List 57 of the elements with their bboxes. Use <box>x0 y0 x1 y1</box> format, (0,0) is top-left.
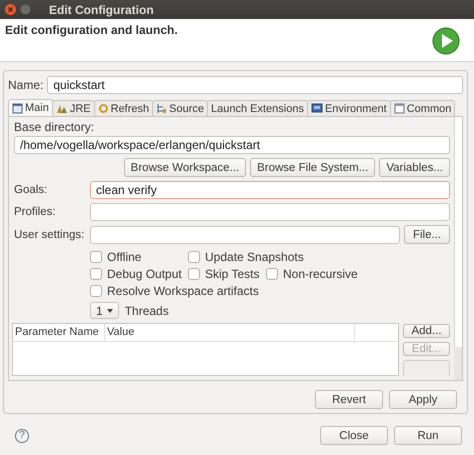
checkbox[interactable] <box>90 251 102 263</box>
panel-button[interactable]: Apply <box>389 390 457 409</box>
base-directory-label: Base directory: <box>14 120 96 134</box>
tab[interactable]: Source <box>152 100 208 116</box>
checkbox-label: Offline <box>107 250 142 264</box>
checkbox[interactable] <box>188 268 200 280</box>
tab[interactable]: Launch Extensions <box>207 100 308 116</box>
library-icon <box>56 103 68 114</box>
checkbox-label: Resolve Workspace artifacts <box>107 284 259 298</box>
source-icon <box>156 103 168 114</box>
checkbox[interactable] <box>266 268 278 280</box>
text-field[interactable] <box>90 203 450 221</box>
tab[interactable]: JRE <box>52 100 95 116</box>
column-header[interactable]: Value <box>105 324 355 341</box>
table-button[interactable]: Add... <box>403 324 450 338</box>
name-field[interactable]: quickstart <box>47 76 463 94</box>
checkbox-label: Debug Output <box>107 267 182 281</box>
minimize-icon[interactable] <box>20 4 31 15</box>
header-text: Edit configuration and launch. <box>5 23 178 39</box>
tab[interactable]: Common <box>390 100 456 116</box>
field-label: Profiles: <box>14 206 57 218</box>
text-field[interactable]: clean verify <box>90 181 450 199</box>
run-icon <box>432 27 460 55</box>
file-button[interactable]: File... <box>404 225 450 244</box>
checkbox-label: Skip Tests <box>205 267 260 281</box>
checkbox[interactable] <box>90 268 102 280</box>
browse-button[interactable]: Browse Workspace... <box>124 158 246 177</box>
checkbox[interactable] <box>188 251 200 263</box>
panel-button[interactable]: Revert <box>315 390 383 409</box>
tab[interactable]: Main <box>8 99 53 116</box>
window-title: Edit Configuration <box>49 2 154 16</box>
page-icon <box>12 102 23 114</box>
checkbox[interactable] <box>90 285 102 297</box>
partial-button[interactable] <box>403 360 450 376</box>
help-icon[interactable]: ? <box>15 428 29 442</box>
close-icon[interactable] <box>5 4 16 15</box>
tab[interactable]: Refresh <box>94 100 154 116</box>
base-directory-field[interactable]: /home/vogella/workspace/erlangen/quickstart <box>14 136 450 154</box>
threads-label: Threads <box>124 304 169 318</box>
column-header[interactable]: Parameter Name <box>13 324 105 341</box>
field-label: User settings: <box>14 228 86 240</box>
checkbox-label: Update Snapshots <box>205 250 304 264</box>
scrollbar[interactable] <box>454 117 462 380</box>
dialog-button[interactable]: Run <box>394 426 462 445</box>
field-label: Goals: <box>14 184 48 196</box>
threads-dropdown[interactable]: 1 <box>90 302 119 319</box>
checkbox-label: Non-recursive <box>283 267 358 281</box>
browse-button[interactable]: Browse File System... <box>250 158 376 177</box>
dialog-button[interactable]: Close <box>320 426 388 445</box>
text-field[interactable] <box>90 226 400 244</box>
monitor-icon <box>310 103 323 114</box>
name-label: Name: <box>8 78 44 92</box>
window-icon <box>394 103 405 114</box>
refresh-icon <box>98 103 109 114</box>
caret-icon <box>106 308 113 312</box>
tab[interactable]: Environment <box>306 100 391 116</box>
browse-button[interactable]: Variables... <box>379 158 450 177</box>
